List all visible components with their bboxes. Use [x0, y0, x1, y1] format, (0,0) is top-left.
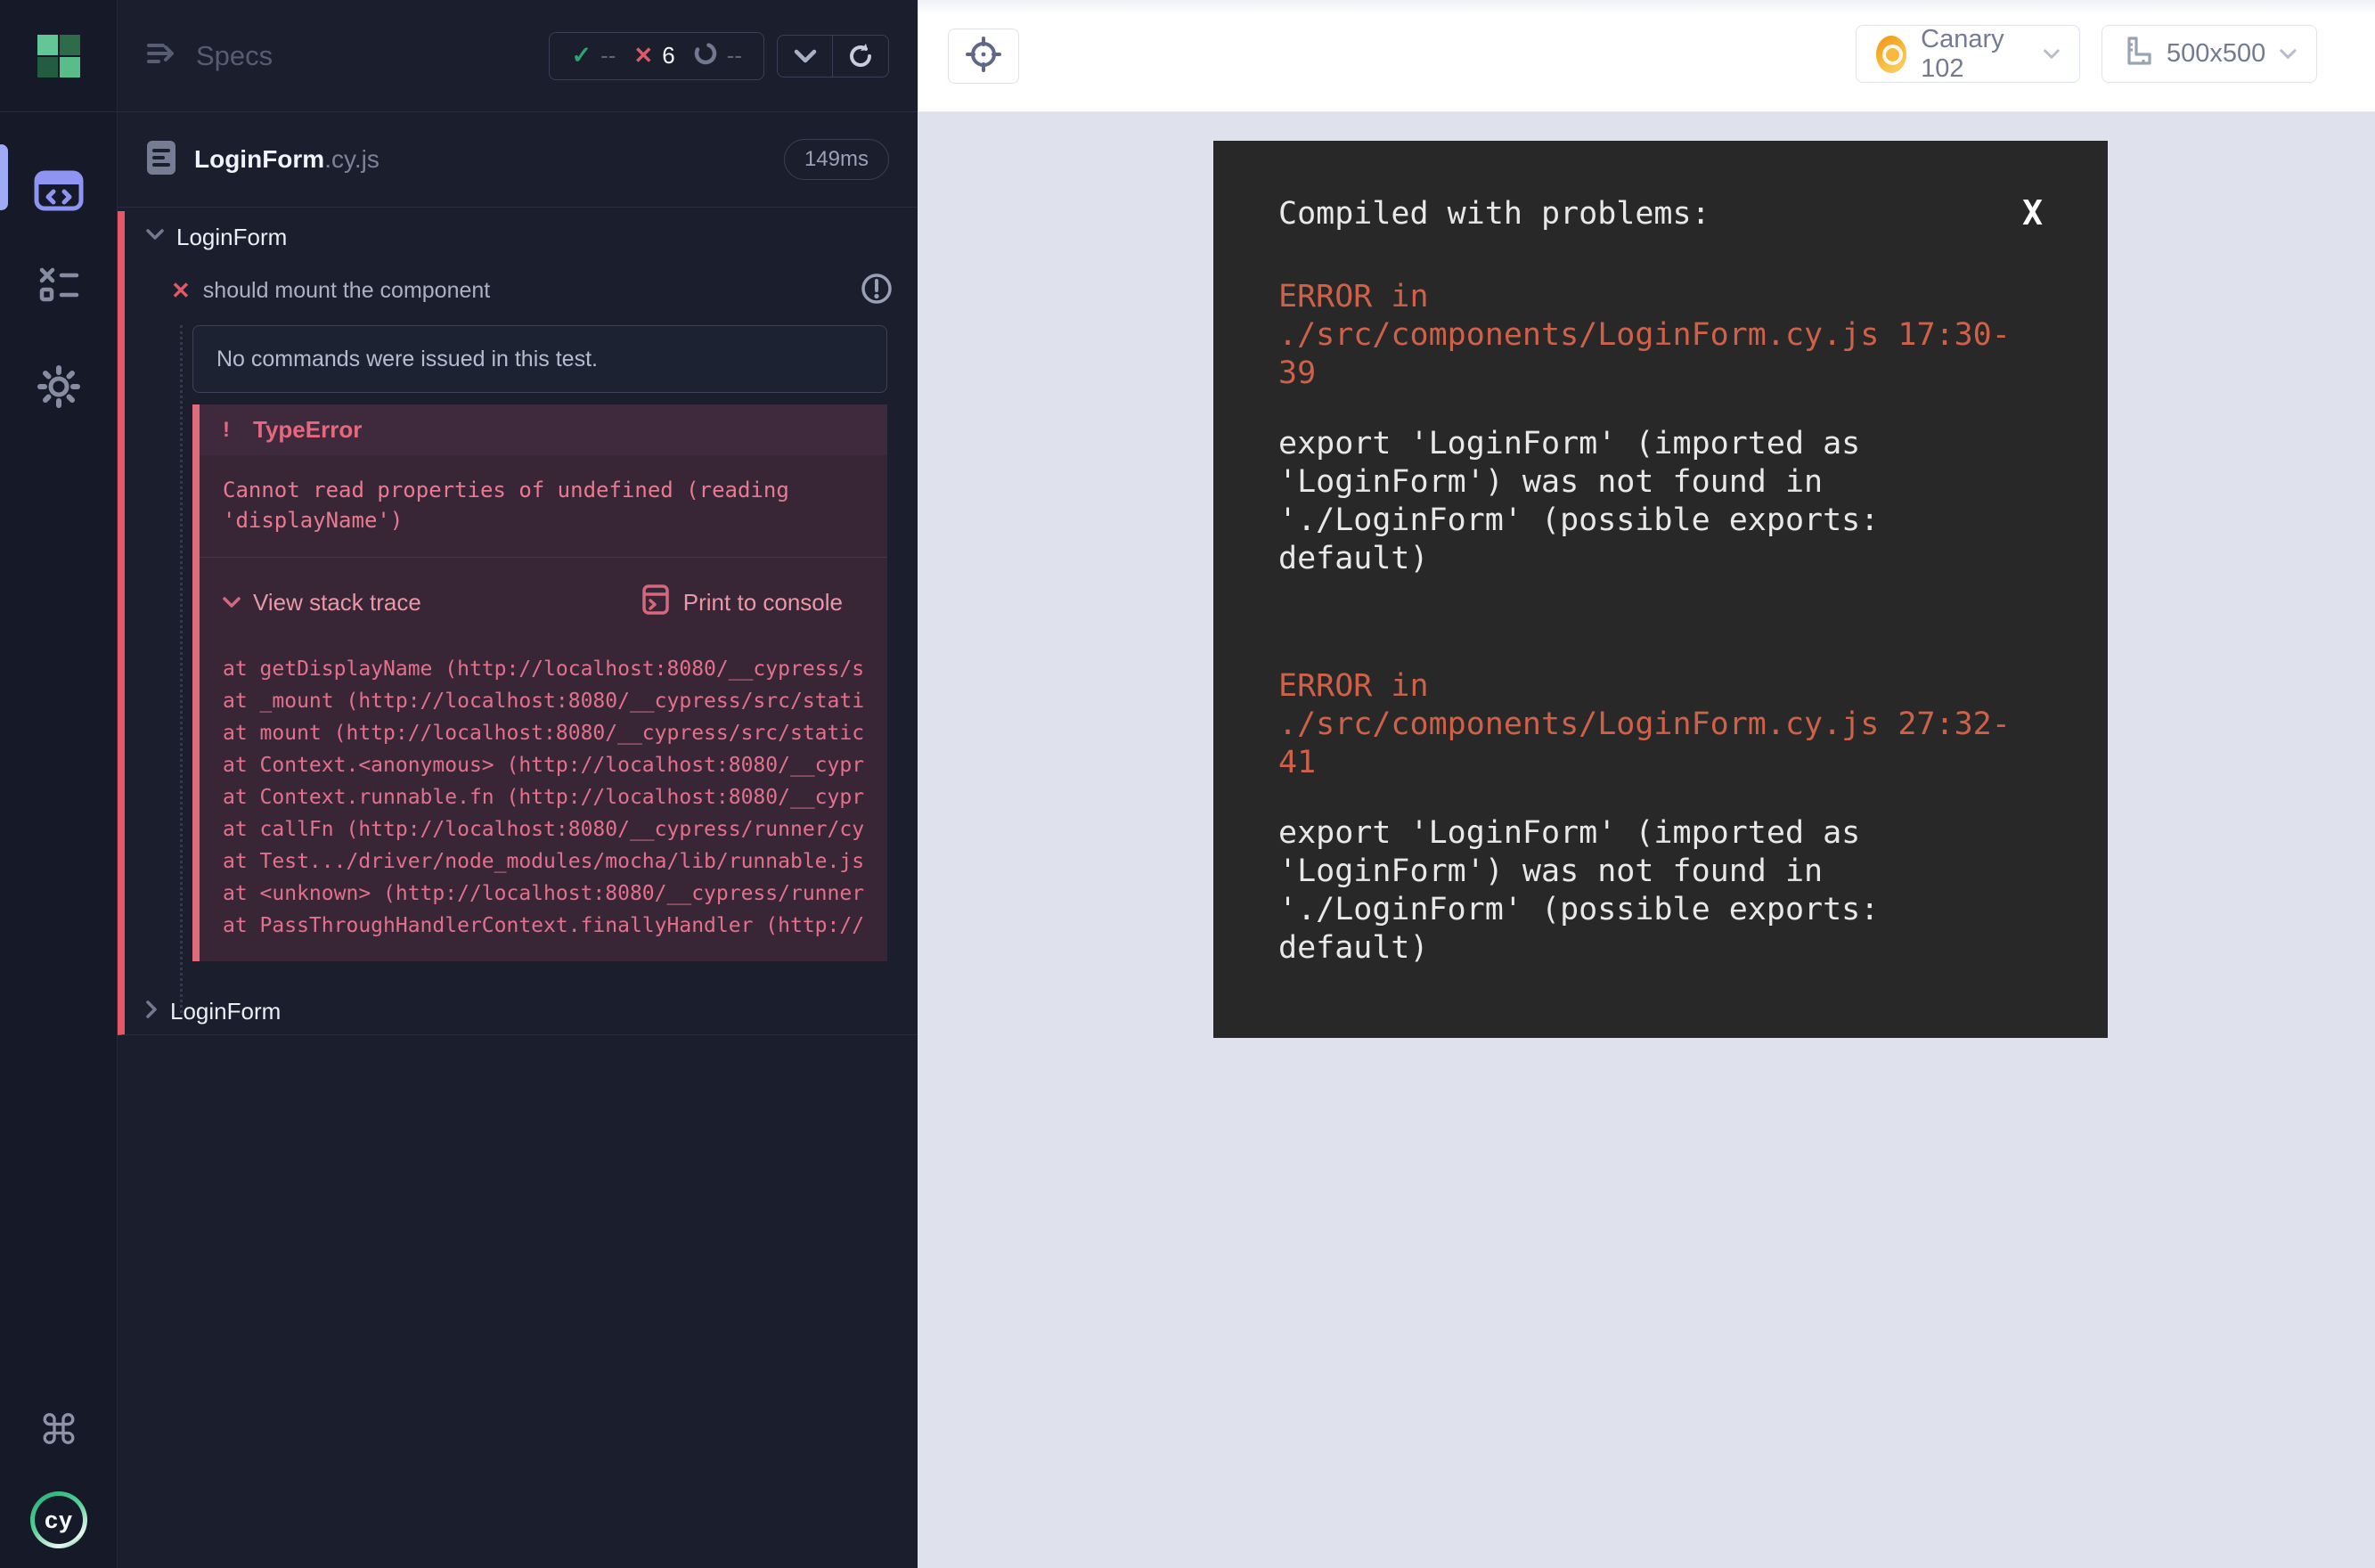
error-header: ! TypeError [200, 404, 887, 455]
chrome-canary-icon [1876, 36, 1906, 73]
chevron-down-icon [146, 229, 164, 245]
chevron-right-icon [146, 1000, 158, 1023]
check-icon: ✓ [571, 42, 592, 69]
suite-name: LoginForm [176, 224, 287, 251]
failed-test-row[interactable]: ✕ should mount the component [125, 263, 918, 318]
stack-frame: at <unknown> (http://localhost:8080/__cy… [223, 878, 887, 910]
code-browser-icon [34, 170, 84, 216]
pending-spinner-icon [693, 41, 718, 70]
aut-toolbar: Canary 102 500x500 [918, 0, 2375, 112]
passed-count: -- [600, 42, 616, 69]
specs-list-icon [146, 39, 180, 72]
stack-frame: at mount (http://localhost:8080/__cypres… [223, 717, 887, 749]
viewport-select[interactable]: 500x500 [2102, 25, 2317, 83]
spec-file-row[interactable]: LoginForm.cy.js 149ms [118, 112, 918, 208]
sidebar-item-runs[interactable] [0, 248, 118, 326]
stack-trace[interactable]: at getDisplayName (http://localhost:8080… [200, 635, 887, 961]
failed-suite-block: LoginForm ✕ should mount the component N… [118, 211, 918, 1035]
sidebar-item-specs[interactable] [0, 153, 118, 232]
stat-failed: ✕ 6 [633, 42, 674, 69]
overlay-title: Compiled with problems: [1278, 196, 1710, 232]
compile-error-body: export 'LoginForm' (imported as 'LoginFo… [1278, 814, 2043, 968]
attempt-indent-line [180, 325, 183, 1013]
stack-frame: at Test.../driver/node_modules/mocha/lib… [223, 845, 887, 878]
stat-pending: -- [693, 41, 742, 70]
aut-area: Canary 102 500x500 Compiled with problem… [918, 0, 2375, 1568]
viewport-select-label: 500x500 [2167, 39, 2265, 69]
chevron-down-icon [2280, 48, 2297, 61]
exclamation-icon: ! [223, 418, 230, 443]
specs-header: Specs ✓ -- ✕ 6 -- [118, 0, 918, 112]
run-controls [777, 35, 889, 78]
browser-select[interactable]: Canary 102 [1856, 25, 2080, 83]
test-list-icon [38, 266, 79, 308]
collapsed-suite-row[interactable]: LoginForm [125, 988, 887, 1034]
stack-frame: at Context.<anonymous> (http://localhost… [223, 749, 887, 781]
selector-playground-button[interactable] [948, 29, 1019, 84]
collapse-all-button[interactable] [778, 36, 833, 77]
sidebar-item-settings[interactable] [0, 349, 118, 428]
compile-error-body: export 'LoginForm' (imported as 'LoginFo… [1278, 425, 2043, 578]
test-stats[interactable]: ✓ -- ✕ 6 -- [549, 32, 764, 80]
error-message: Cannot read properties of undefined (rea… [200, 455, 887, 557]
view-stack-trace-label: View stack trace [253, 589, 421, 617]
fail-x-icon: ✕ [633, 42, 653, 69]
error-controls: View stack trace Print to console [200, 557, 887, 635]
cypress-logo-icon [37, 35, 80, 78]
alert-circle-icon[interactable] [861, 273, 893, 309]
stack-frame: at Context.runnable.fn (http://localhost… [223, 781, 887, 813]
compile-error-header: ERROR in ./src/components/LoginForm.cy.j… [1278, 667, 2043, 782]
cypress-logo-button[interactable] [0, 0, 117, 112]
compile-error-item: ERROR in ./src/components/LoginForm.cy.j… [1278, 667, 2043, 968]
spec-file-ext: .cy.js [324, 145, 380, 174]
fail-x-icon: ✕ [171, 277, 191, 305]
stack-frame: at callFn (http://localhost:8080/__cypre… [223, 813, 887, 845]
failed-count: 6 [662, 42, 674, 69]
compile-error-header: ERROR in ./src/components/LoginForm.cy.j… [1278, 278, 2043, 393]
chevron-down-icon [2044, 48, 2060, 61]
cypress-runner-app: ⌘ cy Specs ✓ -- ✕ 6 [0, 0, 2375, 1568]
specs-title: Specs [196, 40, 273, 72]
browser-select-label: Canary 102 [1921, 25, 2029, 84]
compile-error-item: ERROR in ./src/components/LoginForm.cy.j… [1278, 278, 2043, 578]
print-to-console-button[interactable]: Print to console [642, 584, 843, 621]
error-type: TypeError [253, 416, 362, 444]
keyboard-shortcuts-icon[interactable]: ⌘ [38, 1409, 79, 1450]
print-to-console-label: Print to console [683, 589, 843, 617]
spec-file-icon [146, 140, 176, 180]
suite-row-loginform[interactable]: LoginForm [125, 211, 918, 263]
spec-duration-badge: 149ms [784, 139, 889, 180]
test-title: should mount the component [203, 278, 490, 304]
test-attempt-content: No commands were issued in this test. ! … [125, 325, 918, 1034]
spec-file-name: LoginForm [194, 145, 324, 174]
reporter-panel: Specs ✓ -- ✕ 6 -- [118, 0, 918, 1568]
cypress-cy-badge[interactable]: cy [30, 1491, 87, 1548]
stack-frame: at PassThroughHandlerContext.finallyHand… [223, 910, 887, 942]
console-icon [642, 584, 669, 621]
view-stack-trace-toggle[interactable]: View stack trace [223, 589, 421, 617]
overlay-close-button[interactable]: X [2022, 196, 2043, 230]
gear-icon [37, 365, 80, 412]
compile-error-overlay: Compiled with problems: X ERROR in ./src… [1213, 141, 2108, 1038]
icon-sidebar: ⌘ cy [0, 0, 118, 1568]
stack-frame: at _mount (http://localhost:8080/__cypre… [223, 685, 887, 717]
active-nav-indicator [0, 144, 8, 210]
suite-name: LoginForm [170, 998, 281, 1025]
pending-count: -- [727, 42, 742, 69]
stack-frame: at getDisplayName (http://localhost:8080… [223, 653, 887, 685]
ruler-icon [2122, 36, 2152, 73]
crosshair-icon [965, 36, 1002, 78]
rerun-button[interactable] [833, 36, 888, 77]
test-error-block: ! TypeError Cannot read properties of un… [192, 404, 887, 961]
stat-passed: ✓ -- [571, 42, 616, 69]
no-commands-message: No commands were issued in this test. [192, 325, 887, 393]
